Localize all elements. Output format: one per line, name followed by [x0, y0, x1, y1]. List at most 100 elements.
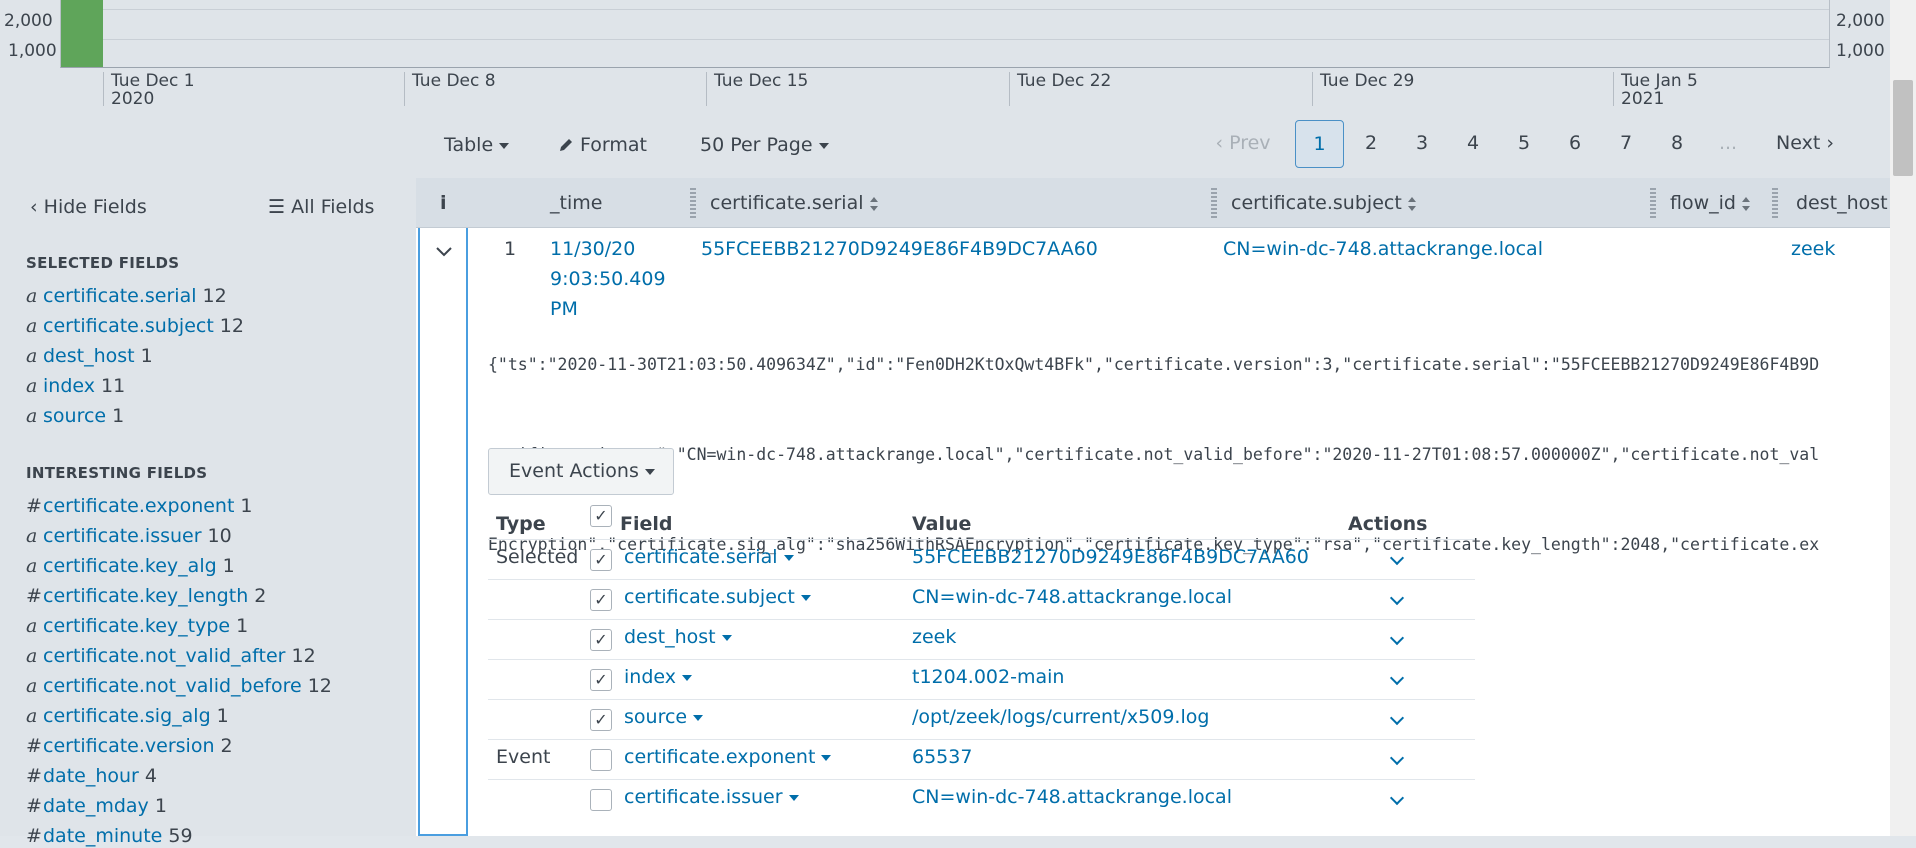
field-name-dropdown[interactable]: certificate.exponent: [624, 746, 832, 768]
hide-fields-button[interactable]: ‹ Hide Fields: [30, 196, 147, 218]
column-drag-handle[interactable]: [1650, 188, 1656, 218]
table-view-dropdown[interactable]: Table: [444, 132, 510, 158]
timeline-plot-area[interactable]: [60, 0, 1830, 68]
field-select-checkbox[interactable]: ✓: [590, 669, 612, 691]
event-field-row: ✓ dest_host zeek: [488, 619, 1475, 659]
field-select-checkbox[interactable]: ✓: [590, 629, 612, 651]
field-name-dropdown[interactable]: certificate.issuer: [624, 786, 799, 808]
all-fields-button[interactable]: ☰ All Fields: [268, 196, 374, 218]
event-actions-label: Event Actions: [509, 460, 639, 482]
sidebar-field-name: certificate.exponent: [43, 495, 235, 517]
sidebar-field-count: 1: [154, 795, 167, 817]
sidebar-field-item[interactable]: a certificate.not_valid_before 12: [26, 674, 332, 698]
field-select-checkbox[interactable]: ✓: [590, 589, 612, 611]
sidebar-field-item[interactable]: a certificate.serial 12: [26, 284, 227, 308]
flow-id-column-header[interactable]: flow_id: [1670, 192, 1750, 214]
field-actions-button[interactable]: [1389, 546, 1405, 568]
field-actions-button[interactable]: [1389, 626, 1405, 648]
time-date: 11/30/20: [550, 238, 636, 260]
per-page-dropdown[interactable]: 50 Per Page: [700, 132, 829, 158]
y-tick-left: 2,000: [4, 11, 53, 31]
sidebar-field-item[interactable]: a certificate.issuer 10: [26, 524, 232, 548]
sidebar-field-item[interactable]: #certificate.version 2: [26, 734, 233, 758]
row-index: 1: [504, 238, 517, 260]
page-2-button[interactable]: 2: [1358, 120, 1384, 168]
sidebar-field-item[interactable]: a certificate.not_valid_after 12: [26, 644, 316, 668]
field-value-link[interactable]: 65537: [912, 746, 972, 768]
hide-fields-label: Hide Fields: [43, 196, 147, 218]
gridline: [61, 9, 1829, 10]
scrollbar-thumb[interactable]: [1893, 80, 1913, 176]
page-8-button[interactable]: 8: [1664, 120, 1690, 168]
page-1-button[interactable]: 1: [1295, 120, 1344, 168]
field-actions-button[interactable]: [1389, 666, 1405, 688]
sidebar-field-item[interactable]: #certificate.exponent 1: [26, 494, 253, 518]
sidebar-field-item[interactable]: a certificate.sig_alg 1: [26, 704, 229, 728]
subject-value-link[interactable]: CN=win-dc-748.attackrange.local: [1223, 234, 1543, 264]
sidebar-field-item[interactable]: #date_hour 4: [26, 764, 157, 788]
serial-column-header[interactable]: certificate.serial: [710, 192, 878, 214]
sidebar-field-item[interactable]: #date_mday 1: [26, 794, 167, 818]
page-3-button[interactable]: 3: [1409, 120, 1435, 168]
field-select-checkbox[interactable]: [590, 789, 612, 811]
field-select-checkbox[interactable]: [590, 749, 612, 771]
field-name-label: dest_host: [624, 626, 716, 648]
page-6-button[interactable]: 6: [1562, 120, 1588, 168]
prev-page-button[interactable]: ‹ Prev: [1208, 120, 1278, 168]
chevron-down-icon: [1389, 590, 1405, 606]
subject-column-header[interactable]: certificate.subject: [1231, 192, 1416, 214]
field-name-dropdown[interactable]: dest_host: [624, 626, 732, 648]
field-value-link[interactable]: t1204.002-main: [912, 666, 1064, 688]
page-4-button[interactable]: 4: [1460, 120, 1486, 168]
chevron-down-icon[interactable]: [435, 246, 453, 258]
select-all-checkbox[interactable]: ✓: [590, 505, 612, 527]
column-drag-handle[interactable]: [690, 188, 696, 218]
sidebar-field-item[interactable]: a certificate.key_alg 1: [26, 554, 235, 578]
field-name-dropdown[interactable]: certificate.serial: [624, 546, 794, 568]
sidebar-field-item[interactable]: a certificate.key_type 1: [26, 614, 248, 638]
caret-down-icon: [800, 594, 811, 601]
column-drag-handle[interactable]: [1772, 188, 1778, 218]
field-value-link[interactable]: 55FCEEBB21270D9249E86F4B9DC7AA60: [912, 546, 1309, 568]
field-name-dropdown[interactable]: certificate.subject: [624, 586, 811, 608]
sidebar-field-name: certificate.subject: [43, 315, 214, 337]
field-actions-button[interactable]: [1389, 786, 1405, 808]
sidebar-field-item[interactable]: a index 11: [26, 374, 125, 398]
time-column-header[interactable]: _time: [550, 192, 602, 214]
serial-header-label: certificate.serial: [710, 192, 864, 214]
field-value-link[interactable]: zeek: [912, 626, 956, 648]
sidebar-field-name: date_minute: [43, 825, 163, 847]
sidebar-field-count: 12: [291, 645, 316, 667]
format-button[interactable]: Format: [558, 132, 647, 158]
sidebar-field-item[interactable]: a source 1: [26, 404, 124, 428]
serial-value-link[interactable]: 55FCEEBB21270D9249E86F4B9DC7AA60: [701, 234, 1098, 264]
next-page-button[interactable]: Next ›: [1770, 120, 1840, 168]
dest-host-column-header[interactable]: dest_host: [1796, 192, 1888, 214]
field-actions-button[interactable]: [1389, 586, 1405, 608]
field-name-dropdown[interactable]: index: [624, 666, 692, 688]
chevron-down-icon: [1389, 630, 1405, 646]
sidebar-field-name: source: [43, 405, 107, 427]
event-actions-button[interactable]: Event Actions: [488, 448, 674, 495]
page-7-button[interactable]: 7: [1613, 120, 1639, 168]
timeline-bar[interactable]: [61, 0, 103, 67]
y-tick-left: 1,000: [8, 41, 57, 61]
dest-host-value-link[interactable]: zeek: [1791, 234, 1835, 264]
sidebar-field-item[interactable]: a dest_host 1: [26, 344, 153, 368]
field-group-label: Event: [496, 746, 551, 768]
field-value-link[interactable]: CN=win-dc-748.attackrange.local: [912, 586, 1232, 608]
field-name-dropdown[interactable]: source: [624, 706, 704, 728]
field-value-link[interactable]: CN=win-dc-748.attackrange.local: [912, 786, 1232, 808]
page-scrollbar[interactable]: [1890, 0, 1916, 836]
field-select-checkbox[interactable]: ✓: [590, 549, 612, 571]
field-value-link[interactable]: /opt/zeek/logs/current/x509.log: [912, 706, 1209, 728]
field-actions-button[interactable]: [1389, 706, 1405, 728]
page-5-button[interactable]: 5: [1511, 120, 1537, 168]
field-actions-button[interactable]: [1389, 746, 1405, 768]
caret-down-icon: [499, 142, 510, 149]
sidebar-field-item[interactable]: #certificate.key_length 2: [26, 584, 266, 608]
column-drag-handle[interactable]: [1211, 188, 1217, 218]
field-select-checkbox[interactable]: ✓: [590, 709, 612, 731]
sidebar-field-item[interactable]: #date_minute 59: [26, 824, 193, 848]
sidebar-field-item[interactable]: a certificate.subject 12: [26, 314, 244, 338]
